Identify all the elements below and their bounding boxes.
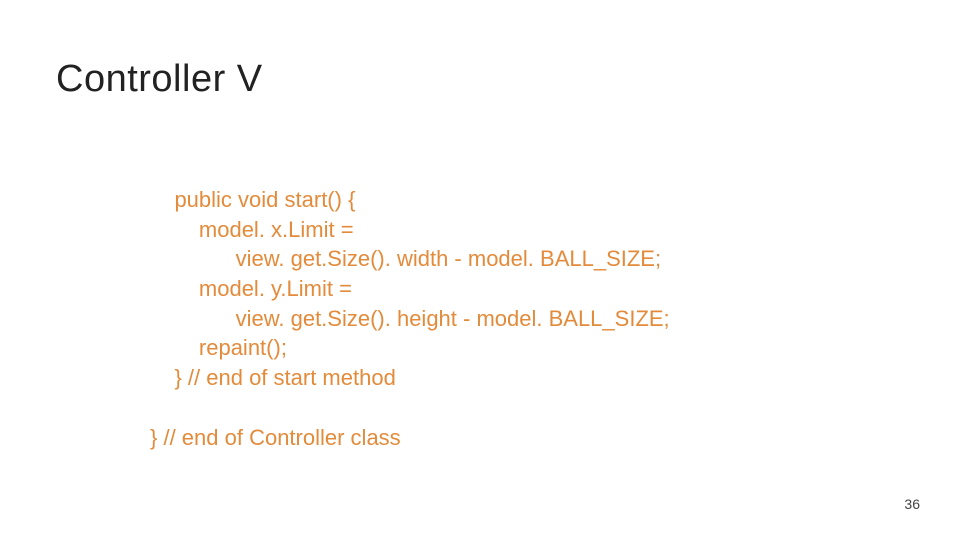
slide-title: Controller V bbox=[56, 58, 263, 101]
code-line: model. y.Limit = bbox=[150, 276, 352, 301]
code-line: view. get.Size(). height - model. BALL_S… bbox=[150, 306, 670, 331]
code-line: view. get.Size(). width - model. BALL_SI… bbox=[150, 246, 661, 271]
code-line: repaint(); bbox=[150, 335, 287, 360]
code-line: model. x.Limit = bbox=[150, 217, 354, 242]
code-block: public void start() { model. x.Limit = v… bbox=[150, 185, 670, 452]
slide: Controller V public void start() { model… bbox=[0, 0, 960, 540]
code-line: public void start() { bbox=[150, 187, 355, 212]
code-line: } // end of Controller class bbox=[150, 425, 401, 450]
code-line: } // end of start method bbox=[150, 365, 396, 390]
page-number: 36 bbox=[904, 496, 920, 512]
